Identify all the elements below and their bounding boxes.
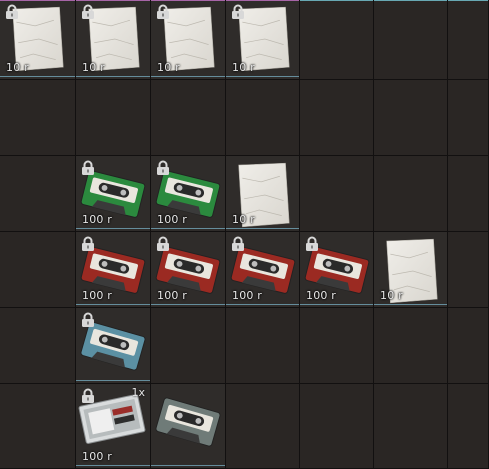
lock-icon [82, 160, 94, 175]
lock-icon [82, 236, 94, 251]
lock-icon [232, 236, 244, 251]
slot-bottom-highlight [151, 465, 225, 466]
item-price: 10 r [232, 213, 255, 226]
inventory-slot-empty[interactable] [0, 232, 76, 308]
item-price: 10 r [380, 289, 403, 302]
slot-bottom-highlight [76, 465, 150, 466]
inventory-slot-empty[interactable] [0, 308, 76, 384]
item-price: 100 r [82, 213, 113, 226]
inventory-slot-item[interactable]: 10 r [151, 0, 226, 80]
slot-bottom-highlight [226, 304, 299, 305]
slot-bottom-highlight [226, 76, 299, 77]
item-price: 10 r [6, 61, 29, 74]
slot-bottom-highlight [226, 228, 299, 229]
item-price: 100 r [157, 213, 188, 226]
inventory-slot-empty[interactable] [448, 156, 489, 232]
item-price: 100 r [306, 289, 337, 302]
inventory-slot-empty[interactable] [300, 308, 374, 384]
inventory-slot-empty[interactable] [448, 80, 489, 156]
slot-top-highlight [151, 0, 225, 1]
inventory-slot-empty[interactable] [448, 232, 489, 308]
lock-icon [232, 4, 244, 19]
inventory-slot-empty[interactable] [374, 156, 448, 232]
item-price: 100 r [82, 450, 113, 463]
inventory-slot-empty[interactable] [300, 0, 374, 80]
cassette-gray-icon [155, 397, 221, 447]
inventory-slot-item[interactable]: 100 r 1x [76, 384, 151, 469]
inventory-slot-item[interactable]: 100 r [300, 232, 374, 308]
lock-icon [157, 4, 169, 19]
lock-icon [306, 236, 318, 251]
slot-top-highlight [300, 0, 373, 1]
inventory-slot-empty[interactable] [0, 156, 76, 232]
slot-bottom-highlight [151, 76, 225, 77]
inventory-slot-empty[interactable] [76, 80, 151, 156]
inventory-slot-empty[interactable] [374, 308, 448, 384]
inventory-slot-item[interactable]: 10 r [226, 0, 300, 80]
inventory-slot-empty[interactable] [300, 156, 374, 232]
item-price: 100 r [232, 289, 263, 302]
inventory-slot-empty[interactable] [448, 308, 489, 384]
inventory-slot-item[interactable]: 100 r [76, 156, 151, 232]
lock-icon [82, 388, 94, 403]
inventory-slot-empty[interactable] [448, 384, 489, 469]
slot-bottom-highlight [76, 228, 150, 229]
inventory-slot-empty[interactable] [448, 0, 489, 80]
slot-top-highlight [0, 0, 75, 1]
inventory-slot-item[interactable]: 100 r [151, 156, 226, 232]
inventory-slot-empty[interactable] [151, 308, 226, 384]
lock-icon [157, 236, 169, 251]
slot-top-highlight [76, 0, 150, 1]
lock-icon [6, 4, 18, 19]
item-price: 10 r [82, 61, 105, 74]
inventory-slot-empty[interactable] [374, 0, 448, 80]
item-price: 100 r [82, 289, 113, 302]
inventory-grid: 10 r 10 r 10 r 10 r 100 r 100 r 10 r 100… [0, 0, 489, 469]
slot-bottom-highlight [76, 76, 150, 77]
inventory-slot-empty[interactable] [300, 80, 374, 156]
inventory-slot-empty[interactable] [0, 80, 76, 156]
item-price: 10 r [232, 61, 255, 74]
slot-bottom-highlight [0, 76, 75, 77]
slot-bottom-highlight [151, 228, 225, 229]
slot-bottom-highlight [151, 304, 225, 305]
slot-bottom-highlight [374, 304, 447, 305]
lock-icon [157, 160, 169, 175]
inventory-slot-item[interactable]: 10 r [0, 0, 76, 80]
inventory-slot-empty[interactable] [151, 80, 226, 156]
slot-bottom-highlight [300, 304, 373, 305]
inventory-slot-item[interactable] [151, 384, 226, 469]
slot-top-highlight [226, 0, 299, 1]
inventory-slot-empty[interactable] [226, 308, 300, 384]
item-count: 1x [131, 386, 145, 399]
inventory-slot-empty[interactable] [0, 384, 76, 469]
inventory-slot-empty[interactable] [300, 384, 374, 469]
inventory-slot-empty[interactable] [226, 80, 300, 156]
inventory-slot-item[interactable]: 10 r [374, 232, 448, 308]
lock-icon [82, 312, 94, 327]
inventory-slot-empty[interactable] [226, 384, 300, 469]
slot-bottom-highlight [76, 380, 150, 381]
inventory-slot-item[interactable]: 100 r [151, 232, 226, 308]
inventory-slot-item[interactable]: 100 r [226, 232, 300, 308]
slot-top-highlight [374, 0, 447, 1]
slot-top-highlight [448, 0, 488, 1]
inventory-slot-item[interactable] [76, 308, 151, 384]
item-price: 10 r [157, 61, 180, 74]
inventory-slot-item[interactable]: 10 r [76, 0, 151, 80]
inventory-slot-empty[interactable] [374, 384, 448, 469]
lock-icon [82, 4, 94, 19]
inventory-slot-item[interactable]: 10 r [226, 156, 300, 232]
inventory-slot-empty[interactable] [374, 80, 448, 156]
item-price: 100 r [157, 289, 188, 302]
slot-bottom-highlight [76, 304, 150, 305]
inventory-slot-item[interactable]: 100 r [76, 232, 151, 308]
